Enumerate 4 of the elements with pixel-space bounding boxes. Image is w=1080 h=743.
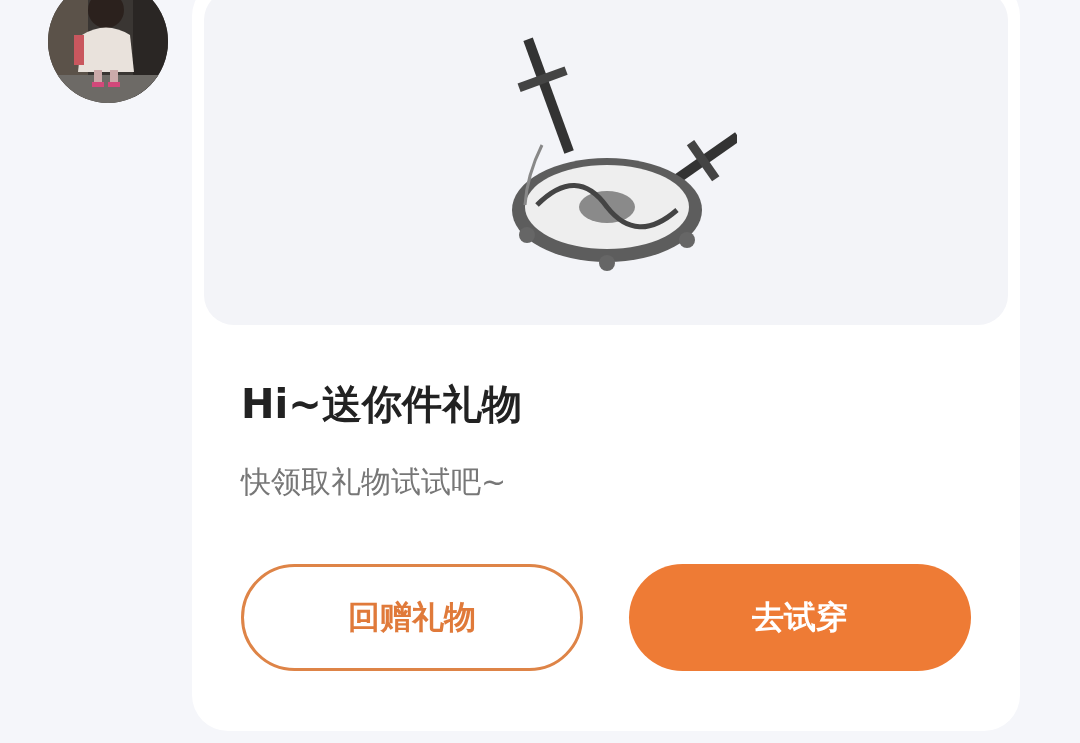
- card-title: Hi~送你件礼物: [241, 380, 523, 428]
- card-subtitle: 快领取礼物试试吧~: [241, 464, 508, 500]
- return-gift-button[interactable]: 回赠礼物: [241, 564, 583, 671]
- try-on-button[interactable]: 去试穿: [629, 564, 971, 671]
